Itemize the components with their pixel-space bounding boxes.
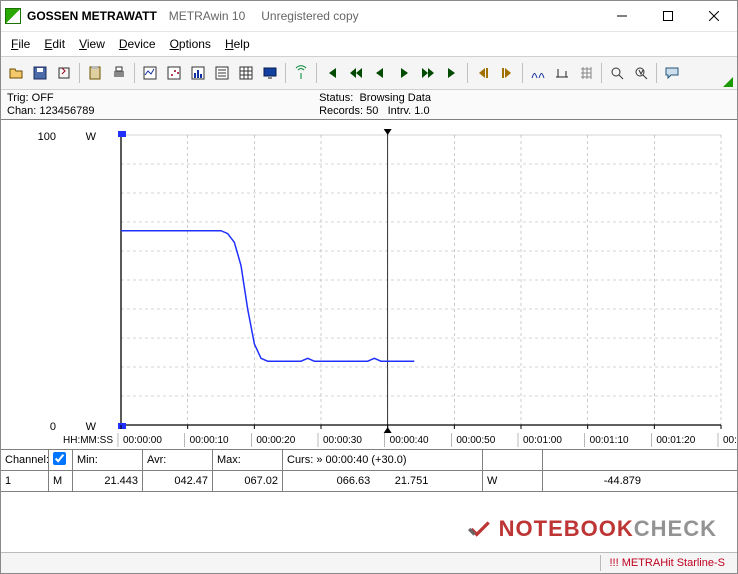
title-brand: GOSSEN METRAWATT [27, 9, 157, 23]
toolbar-separator [601, 63, 602, 83]
tool-print-icon[interactable] [108, 62, 130, 84]
app-icon [5, 8, 21, 24]
svg-text:00:01:00: 00:01:00 [523, 435, 562, 446]
tool-step-fwd-icon[interactable] [496, 62, 518, 84]
tool-skip-start-icon[interactable] [321, 62, 343, 84]
toolbar-separator [285, 63, 286, 83]
minimize-button[interactable] [599, 1, 645, 31]
tool-save-icon[interactable] [29, 62, 51, 84]
close-button[interactable] [691, 1, 737, 31]
info-strip: Trig: OFF Chan: 123456789 Status: Browsi… [1, 90, 737, 120]
info-records: Records: 50 Intrv. 1.0 [319, 105, 431, 117]
svg-text:00:00:40: 00:00:40 [390, 435, 429, 446]
titlebar: GOSSEN METRAWATT METRAwin 10 Unregistere… [1, 1, 737, 32]
tool-table-icon[interactable] [235, 62, 257, 84]
cell-min: 21.443 [73, 471, 143, 491]
cell-max: 067.02 [213, 471, 283, 491]
svg-text:00:01:20: 00:01:20 [656, 435, 695, 446]
tool-export-icon[interactable] [53, 62, 75, 84]
menu-options[interactable]: Options [164, 35, 217, 53]
tool-comment-icon[interactable] [661, 62, 683, 84]
svg-text:W: W [86, 421, 97, 433]
svg-text:00:01:10: 00:01:10 [590, 435, 629, 446]
svg-text:00:01:30: 00:01:30 [723, 435, 737, 446]
cell-avr: 042.47 [143, 471, 213, 491]
chart-canvas: 100 0 W W HH:MM:SS 00:00:00 00:00:10 00:00:20 00… [1, 120, 737, 465]
menu-view[interactable]: View [73, 35, 111, 53]
svg-text:0: 0 [50, 421, 56, 433]
tool-text-icon[interactable] [211, 62, 233, 84]
title-note: Unregistered copy [261, 9, 358, 23]
cell-kind: M [49, 471, 73, 491]
svg-text:00:00:30: 00:00:30 [323, 435, 362, 446]
menubar: File Edit View Device Options Help [1, 32, 737, 57]
chart-area[interactable]: 100 0 W W HH:MM:SS 00:00:00 00:00:10 00:00:20 00… [1, 120, 737, 449]
cell-channel: 1 [1, 471, 49, 491]
toolbar-separator [316, 63, 317, 83]
toolbar-separator [656, 63, 657, 83]
menu-edit[interactable]: Edit [38, 35, 71, 53]
info-chan: Chan: 123456789 [7, 105, 94, 117]
info-status: Status: Browsing Data [319, 92, 431, 104]
tool-chart-xy-icon[interactable] [163, 62, 185, 84]
maximize-button[interactable] [645, 1, 691, 31]
title-app: METRAwin 10 [169, 9, 245, 23]
tool-zoom-y-icon[interactable] [630, 62, 652, 84]
svg-text:HH:MM:SS: HH:MM:SS [63, 435, 113, 446]
toolbar-separator [522, 63, 523, 83]
tool-forward-icon[interactable] [417, 62, 439, 84]
tool-skip-end-icon[interactable] [441, 62, 463, 84]
svg-text:00:00:50: 00:00:50 [456, 435, 495, 446]
app-window: GOSSEN METRAWATT METRAwin 10 Unregistere… [0, 0, 738, 574]
statusbar: !!! METRAHit Starline-S [1, 552, 737, 573]
tool-next-icon[interactable] [393, 62, 415, 84]
tool-zoom-x-icon[interactable] [606, 62, 628, 84]
tool-channels-icon[interactable] [527, 62, 549, 84]
tool-open-icon[interactable] [5, 62, 27, 84]
cell-curs: 066.63 21.751 [283, 471, 483, 491]
tool-step-back-icon[interactable] [472, 62, 494, 84]
toolbar-separator [79, 63, 80, 83]
tool-rewind-icon[interactable] [345, 62, 367, 84]
menu-help[interactable]: Help [219, 35, 256, 53]
toolbar-resize-grip-icon [723, 77, 733, 87]
table-empty-area: NOTEBOOKCHECK [1, 491, 737, 552]
svg-text:00:00:20: 00:00:20 [256, 435, 295, 446]
cell-unit: W [483, 471, 543, 491]
toolbar [1, 57, 737, 90]
svg-text:00:00:10: 00:00:10 [190, 435, 229, 446]
toolbar-separator [134, 63, 135, 83]
svg-text:00:00:00: 00:00:00 [123, 435, 162, 446]
svg-text:100: 100 [38, 131, 56, 143]
tool-antenna-icon[interactable] [290, 62, 312, 84]
svg-text:W: W [86, 131, 97, 143]
tool-bargraph-icon[interactable] [187, 62, 209, 84]
tool-cursor-icon[interactable] [551, 62, 573, 84]
tool-chart-yt-icon[interactable] [139, 62, 161, 84]
tool-monitor-icon[interactable] [259, 62, 281, 84]
tool-clipboard-icon[interactable] [84, 62, 106, 84]
window-controls [599, 1, 737, 31]
menu-file[interactable]: File [5, 35, 36, 53]
watermark: NOTEBOOKCHECK [467, 516, 717, 542]
tool-grid-icon[interactable] [575, 62, 597, 84]
table-row[interactable]: 1 M 21.443 042.47 067.02 066.63 21.751 W… [1, 471, 737, 491]
status-device: !!! METRAHit Starline-S [600, 555, 733, 571]
tool-prev-icon[interactable] [369, 62, 391, 84]
menu-device[interactable]: Device [113, 35, 162, 53]
toolbar-separator [467, 63, 468, 83]
info-trig: Trig: OFF [7, 92, 94, 104]
cell-delta: -44.879 [545, 471, 645, 491]
